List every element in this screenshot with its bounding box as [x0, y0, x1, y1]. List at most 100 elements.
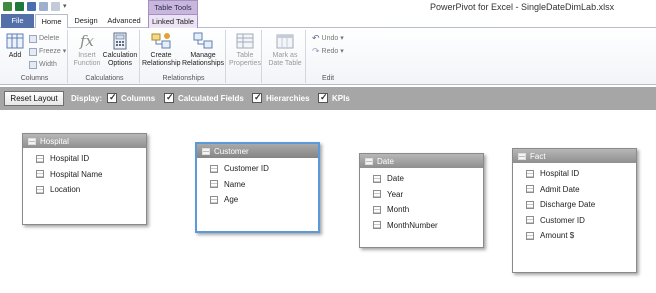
checkbox-checked-icon[interactable] [252, 92, 262, 103]
table-icon [365, 157, 373, 165]
calculated-fields-checkbox[interactable]: Calculated Fields [164, 92, 244, 103]
manage-relationships-label: Manage Relationships [182, 52, 225, 67]
calculation-options-button[interactable]: Calculation Options [102, 32, 138, 68]
undo-icon[interactable] [39, 2, 48, 11]
column-name: Admit Date [540, 184, 580, 194]
column-item[interactable]: MonthNumber [360, 218, 483, 234]
chevron-down-icon: ▾ [62, 48, 67, 55]
tab-design[interactable]: Design [70, 14, 102, 28]
create-relationship-label: Create Relationship [142, 52, 181, 67]
table-card-hospital[interactable]: Hospital Hospital ID Hospital Name Locat… [22, 133, 147, 225]
insert-function-button[interactable]: fx Insert Function [72, 32, 102, 68]
chevron-down-icon: ▾ [340, 48, 344, 55]
column-item[interactable]: Year [360, 187, 483, 203]
column-item[interactable]: Admit Date [513, 182, 636, 198]
manage-relationships-icon [193, 32, 213, 49]
powerpivot-icon[interactable] [3, 2, 12, 11]
hierarchies-checkbox[interactable]: Hierarchies [252, 92, 310, 103]
title-bar: ▾ Table Tools PowerPivot for Excel - Sin… [0, 0, 656, 14]
calculation-options-label: Calculation Options [102, 52, 138, 67]
save-icon[interactable] [27, 2, 36, 11]
column-name: MonthNumber [387, 220, 438, 230]
redo-arrow-icon: ↷ [312, 46, 320, 56]
column-name: Amount $ [540, 231, 575, 241]
freeze-label: Freeze [39, 48, 61, 55]
column-item[interactable]: Customer ID [197, 161, 318, 177]
column-item[interactable]: Discharge Date [513, 197, 636, 213]
create-relationship-button[interactable]: Create Relationship [142, 32, 181, 68]
ribbon: Add Delete Freeze ▾ Width Columns fx Ins… [0, 28, 656, 85]
redo-button[interactable]: ↷ Redo ▾ [312, 47, 344, 56]
kpis-checkbox[interactable]: KPIs [318, 92, 350, 103]
column-item[interactable]: Name [197, 177, 318, 193]
tab-file[interactable]: File [1, 14, 34, 28]
function-icon: fx [79, 32, 94, 50]
column-icon [36, 170, 44, 179]
edit-group: ↶ Undo ▾ ↷ Redo ▾ Edit [308, 30, 348, 83]
checkbox-checked-icon[interactable] [164, 92, 174, 103]
add-column-icon [6, 33, 24, 49]
freeze-column-button[interactable]: Freeze ▾ [29, 47, 66, 56]
excel-icon[interactable] [15, 2, 24, 11]
table-properties-button[interactable]: Table Properties [229, 32, 261, 68]
column-item[interactable]: Age [197, 192, 318, 208]
column-item[interactable]: Customer ID [513, 213, 636, 229]
column-item[interactable]: Month [360, 202, 483, 218]
freeze-icon [29, 47, 37, 56]
mark-as-date-table-button[interactable]: Mark as Date Table [265, 32, 305, 68]
column-item[interactable]: Location [23, 182, 146, 198]
column-name: Month [387, 205, 410, 215]
checkbox-checked-icon[interactable] [318, 92, 328, 103]
column-icon [373, 190, 381, 199]
context-tab-group: Table Tools [148, 0, 198, 14]
column-icon [210, 164, 218, 173]
relationships-group: Create Relationship Manage Relationships… [142, 30, 226, 83]
table-card-customer[interactable]: Customer Customer ID Name Age [195, 142, 320, 233]
tab-home[interactable]: Home [35, 14, 68, 29]
customize-toolbar-icon[interactable]: ▾ [63, 2, 67, 11]
column-icon [210, 180, 218, 189]
column-name: Hospital ID [540, 169, 580, 179]
tab-advanced[interactable]: Advanced [104, 14, 144, 28]
table-properties-group: Table Properties [228, 30, 262, 83]
column-name: Hospital ID [50, 154, 90, 164]
diagram-canvas[interactable]: Hospital Hospital ID Hospital Name Locat… [0, 110, 656, 293]
column-icon [210, 195, 218, 204]
tab-linked-table[interactable]: Linked Table [148, 14, 198, 28]
column-name: Hospital Name [50, 169, 103, 179]
table-card-header[interactable]: Fact [513, 149, 636, 163]
table-name: Hospital [40, 136, 69, 146]
delete-column-button[interactable]: Delete [29, 34, 59, 43]
columns-checkbox[interactable]: Columns [107, 92, 155, 103]
column-name: Location [50, 185, 81, 195]
redo-icon[interactable] [51, 2, 60, 11]
table-card-header[interactable]: Date [360, 154, 483, 168]
calculator-icon [113, 32, 127, 50]
manage-relationships-button[interactable]: Manage Relationships [182, 32, 224, 68]
table-card-fact[interactable]: Fact Hospital ID Admit Date Discharge Da… [512, 148, 637, 273]
column-item[interactable]: Amount $ [513, 228, 636, 244]
column-item[interactable]: Hospital ID [513, 166, 636, 182]
width-column-button[interactable]: Width [29, 60, 57, 69]
calculated-fields-checkbox-label: Calculated Fields [178, 93, 244, 103]
table-card-header[interactable]: Customer [197, 144, 318, 158]
column-icon [526, 216, 534, 225]
reset-layout-button[interactable]: Reset Layout [4, 91, 64, 106]
add-column-button[interactable]: Add [5, 32, 25, 60]
table-card-header[interactable]: Hospital [23, 134, 146, 148]
relationships-group-label: Relationships [162, 75, 205, 82]
table-card-date[interactable]: Date Date Year Month MonthNumber [359, 153, 484, 248]
column-item[interactable]: Date [360, 171, 483, 187]
undo-button[interactable]: ↶ Undo ▾ [312, 34, 344, 43]
calendar-group: Mark as Date Table [264, 30, 306, 83]
checkbox-checked-icon[interactable] [107, 92, 117, 103]
table-icon [518, 152, 526, 160]
mark-as-date-table-label: Mark as Date Table [268, 52, 302, 67]
column-item[interactable]: Hospital ID [23, 151, 146, 167]
column-icon [526, 200, 534, 209]
column-item[interactable]: Hospital Name [23, 167, 146, 183]
column-name: Customer ID [224, 164, 269, 174]
table-properties-icon [236, 33, 254, 49]
table-icon [202, 147, 210, 155]
column-icon [373, 221, 381, 230]
